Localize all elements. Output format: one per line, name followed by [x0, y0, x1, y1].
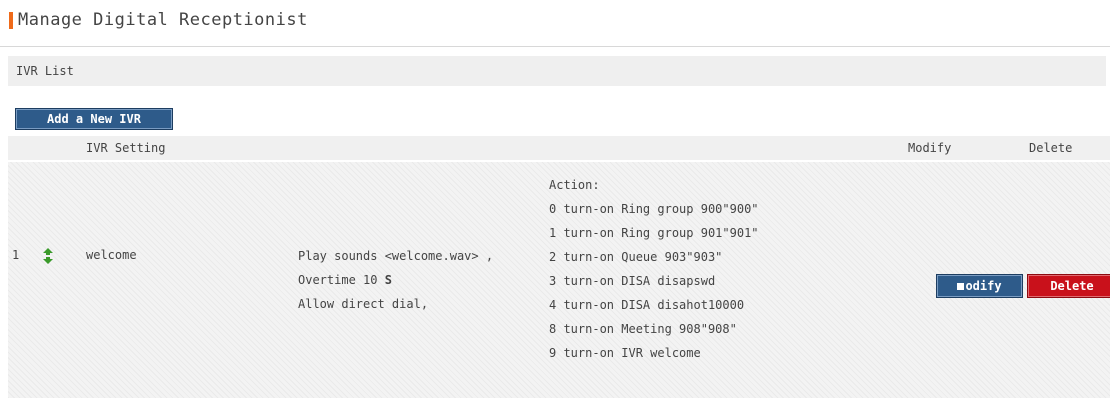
play-sounds-text: Play sounds <welcome.wav> ,	[298, 249, 494, 263]
modify-button-label: odify	[965, 279, 1002, 293]
action-item: 3 turn-on DISA disapswd	[549, 274, 716, 288]
section-header: IVR List	[8, 56, 1106, 86]
direct-dial-text: Allow direct dial,	[298, 297, 429, 311]
column-header-delete: Delete	[1029, 141, 1073, 155]
delete-button[interactable]: Delete	[1027, 274, 1110, 298]
action-item: 2 turn-on Queue 903"903"	[549, 250, 723, 264]
actions-label: Action:	[549, 178, 600, 192]
action-item: 0 turn-on Ring group 900"900"	[549, 202, 759, 216]
page-header: Manage Digital Receptionist	[0, 0, 1110, 47]
title-accent-bar	[9, 12, 13, 29]
modify-button[interactable]: odify	[936, 274, 1023, 298]
modify-glyph-icon	[957, 282, 965, 290]
add-ivr-button[interactable]: Add a New IVR	[15, 108, 173, 130]
section-title: IVR List	[16, 64, 74, 78]
action-item: 9 turn-on IVR welcome	[549, 346, 701, 360]
up-down-arrow-icon[interactable]	[41, 248, 55, 264]
action-item: 8 turn-on Meeting 908"908"	[549, 322, 737, 336]
row-index: 1	[12, 248, 20, 262]
table-row: 1 welcome Play sounds <welcome.wav> , Ov…	[8, 162, 1110, 398]
overtime-value: Overtime 10	[298, 273, 385, 287]
page-title: Manage Digital Receptionist	[18, 10, 308, 30]
action-item: 1 turn-on Ring group 901"901"	[549, 226, 759, 240]
action-item: 4 turn-on DISA disahot10000	[549, 298, 745, 312]
ivr-sound-settings: Play sounds <welcome.wav> , Overtime 10 …	[298, 244, 493, 316]
overtime-text: Overtime 10 S	[298, 268, 493, 292]
table-header: IVR Setting Modify Delete	[8, 136, 1110, 160]
column-header-modify: Modify	[908, 141, 952, 155]
ivr-name: welcome	[86, 248, 137, 262]
overtime-unit: S	[384, 273, 392, 287]
ivr-actions: Action: 0 turn-on Ring group 900"900" 1 …	[549, 173, 759, 365]
column-header-ivr-setting: IVR Setting	[86, 141, 166, 155]
